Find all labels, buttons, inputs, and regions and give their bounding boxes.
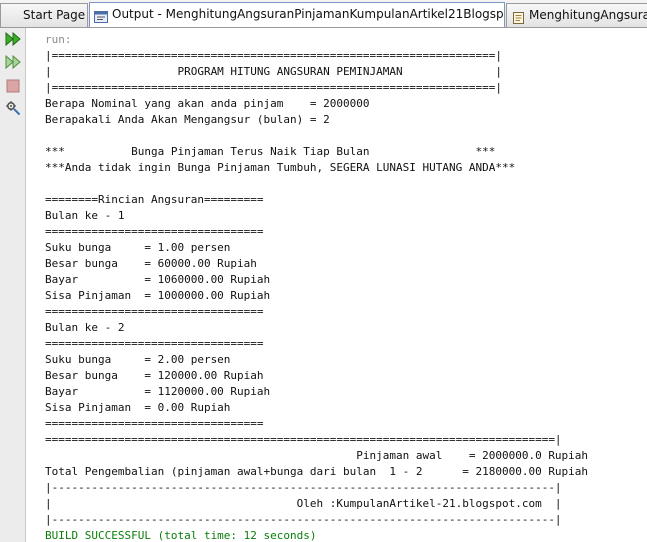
console-line: |---------------------------------------… [45,481,562,494]
settings-icon [5,100,21,120]
stop-button[interactable] [3,77,23,97]
console-line: ========Rincian Angsuran========= [45,193,264,206]
console-line: Suku bunga = 2.00 persen [45,353,231,366]
console-line: | Oleh :KumpulanArtikel-21.blogspot.com … [45,497,562,510]
build-status-line: BUILD SUCCESSFUL (total time: 12 seconds… [45,529,317,542]
settings-button[interactable] [3,100,23,120]
console-line: ***Anda tidak ingin Bunga Pinjaman Tumbu… [45,161,516,174]
editor-tab-bar: Start Page Output - MenghitungAngsuranPi… [0,0,647,28]
rerun-with-options-icon [5,54,21,74]
console-line: Besar bunga = 120000.00 Rupiah [45,369,264,382]
console-line: |---------------------------------------… [45,513,562,526]
console-line: ================================= [45,225,264,238]
console-line: Bayar = 1120000.00 Rupiah [45,385,271,398]
rerun-button[interactable] [3,31,23,51]
tab-label: Output - MenghitungAngsuranPinjamanKumpu… [112,7,505,21]
output-window-icon [94,8,108,23]
console-line: *** Bunga Pinjaman Terus Naik Tiap Bulan… [45,145,496,158]
console-line: Total Pengembalian (pinjaman awal+bunga … [45,465,589,478]
console-line: ================================= [45,417,264,430]
java-file-icon [511,9,525,24]
console-line: Sisa Pinjaman = 0.00 Rupiah [45,401,231,414]
tab-source-file[interactable]: MenghitungAngsuranPinja [506,3,647,27]
console-line: run: [45,33,72,46]
console-line: | PROGRAM HITUNG ANGSURAN PEMINJAMAN | [45,65,502,78]
console-line: ================================= [45,305,264,318]
output-console[interactable]: run: |===================================… [27,28,647,542]
tab-label: Start Page [23,8,86,22]
console-line: ========================================… [45,433,562,446]
rerun-with-options-button[interactable] [3,54,23,74]
rerun-icon [5,31,21,51]
console-line: Bulan ke - 1 [45,209,125,222]
console-line: Besar bunga = 60000.00 Rupiah [45,257,257,270]
console-line: |=======================================… [45,49,502,62]
tab-label: MenghitungAngsuranPinja [529,8,647,22]
console-line: Pinjaman awal = 2000000.0 Rupiah [45,449,589,462]
console-line: Bulan ke - 2 [45,321,125,334]
console-line: ================================= [45,337,264,350]
tab-output-run[interactable]: Output - MenghitungAngsuranPinjamanKumpu… [89,2,505,27]
globe-icon [5,9,19,21]
console-text: run: |===================================… [45,32,588,542]
stop-icon [6,78,20,97]
console-line: Bayar = 1060000.00 Rupiah [45,273,271,286]
console-line: Sisa Pinjaman = 1000000.00 Rupiah [45,289,271,302]
console-line: Suku bunga = 1.00 persen [45,241,231,254]
console-line: |=======================================… [45,81,502,94]
tab-start-page[interactable]: Start Page [0,3,88,27]
console-line: Berapa Nominal yang akan anda pinjam = 2… [45,97,370,110]
console-line: Berapakali Anda Akan Mengangsur (bulan) … [45,113,330,126]
output-toolbar [0,28,26,542]
